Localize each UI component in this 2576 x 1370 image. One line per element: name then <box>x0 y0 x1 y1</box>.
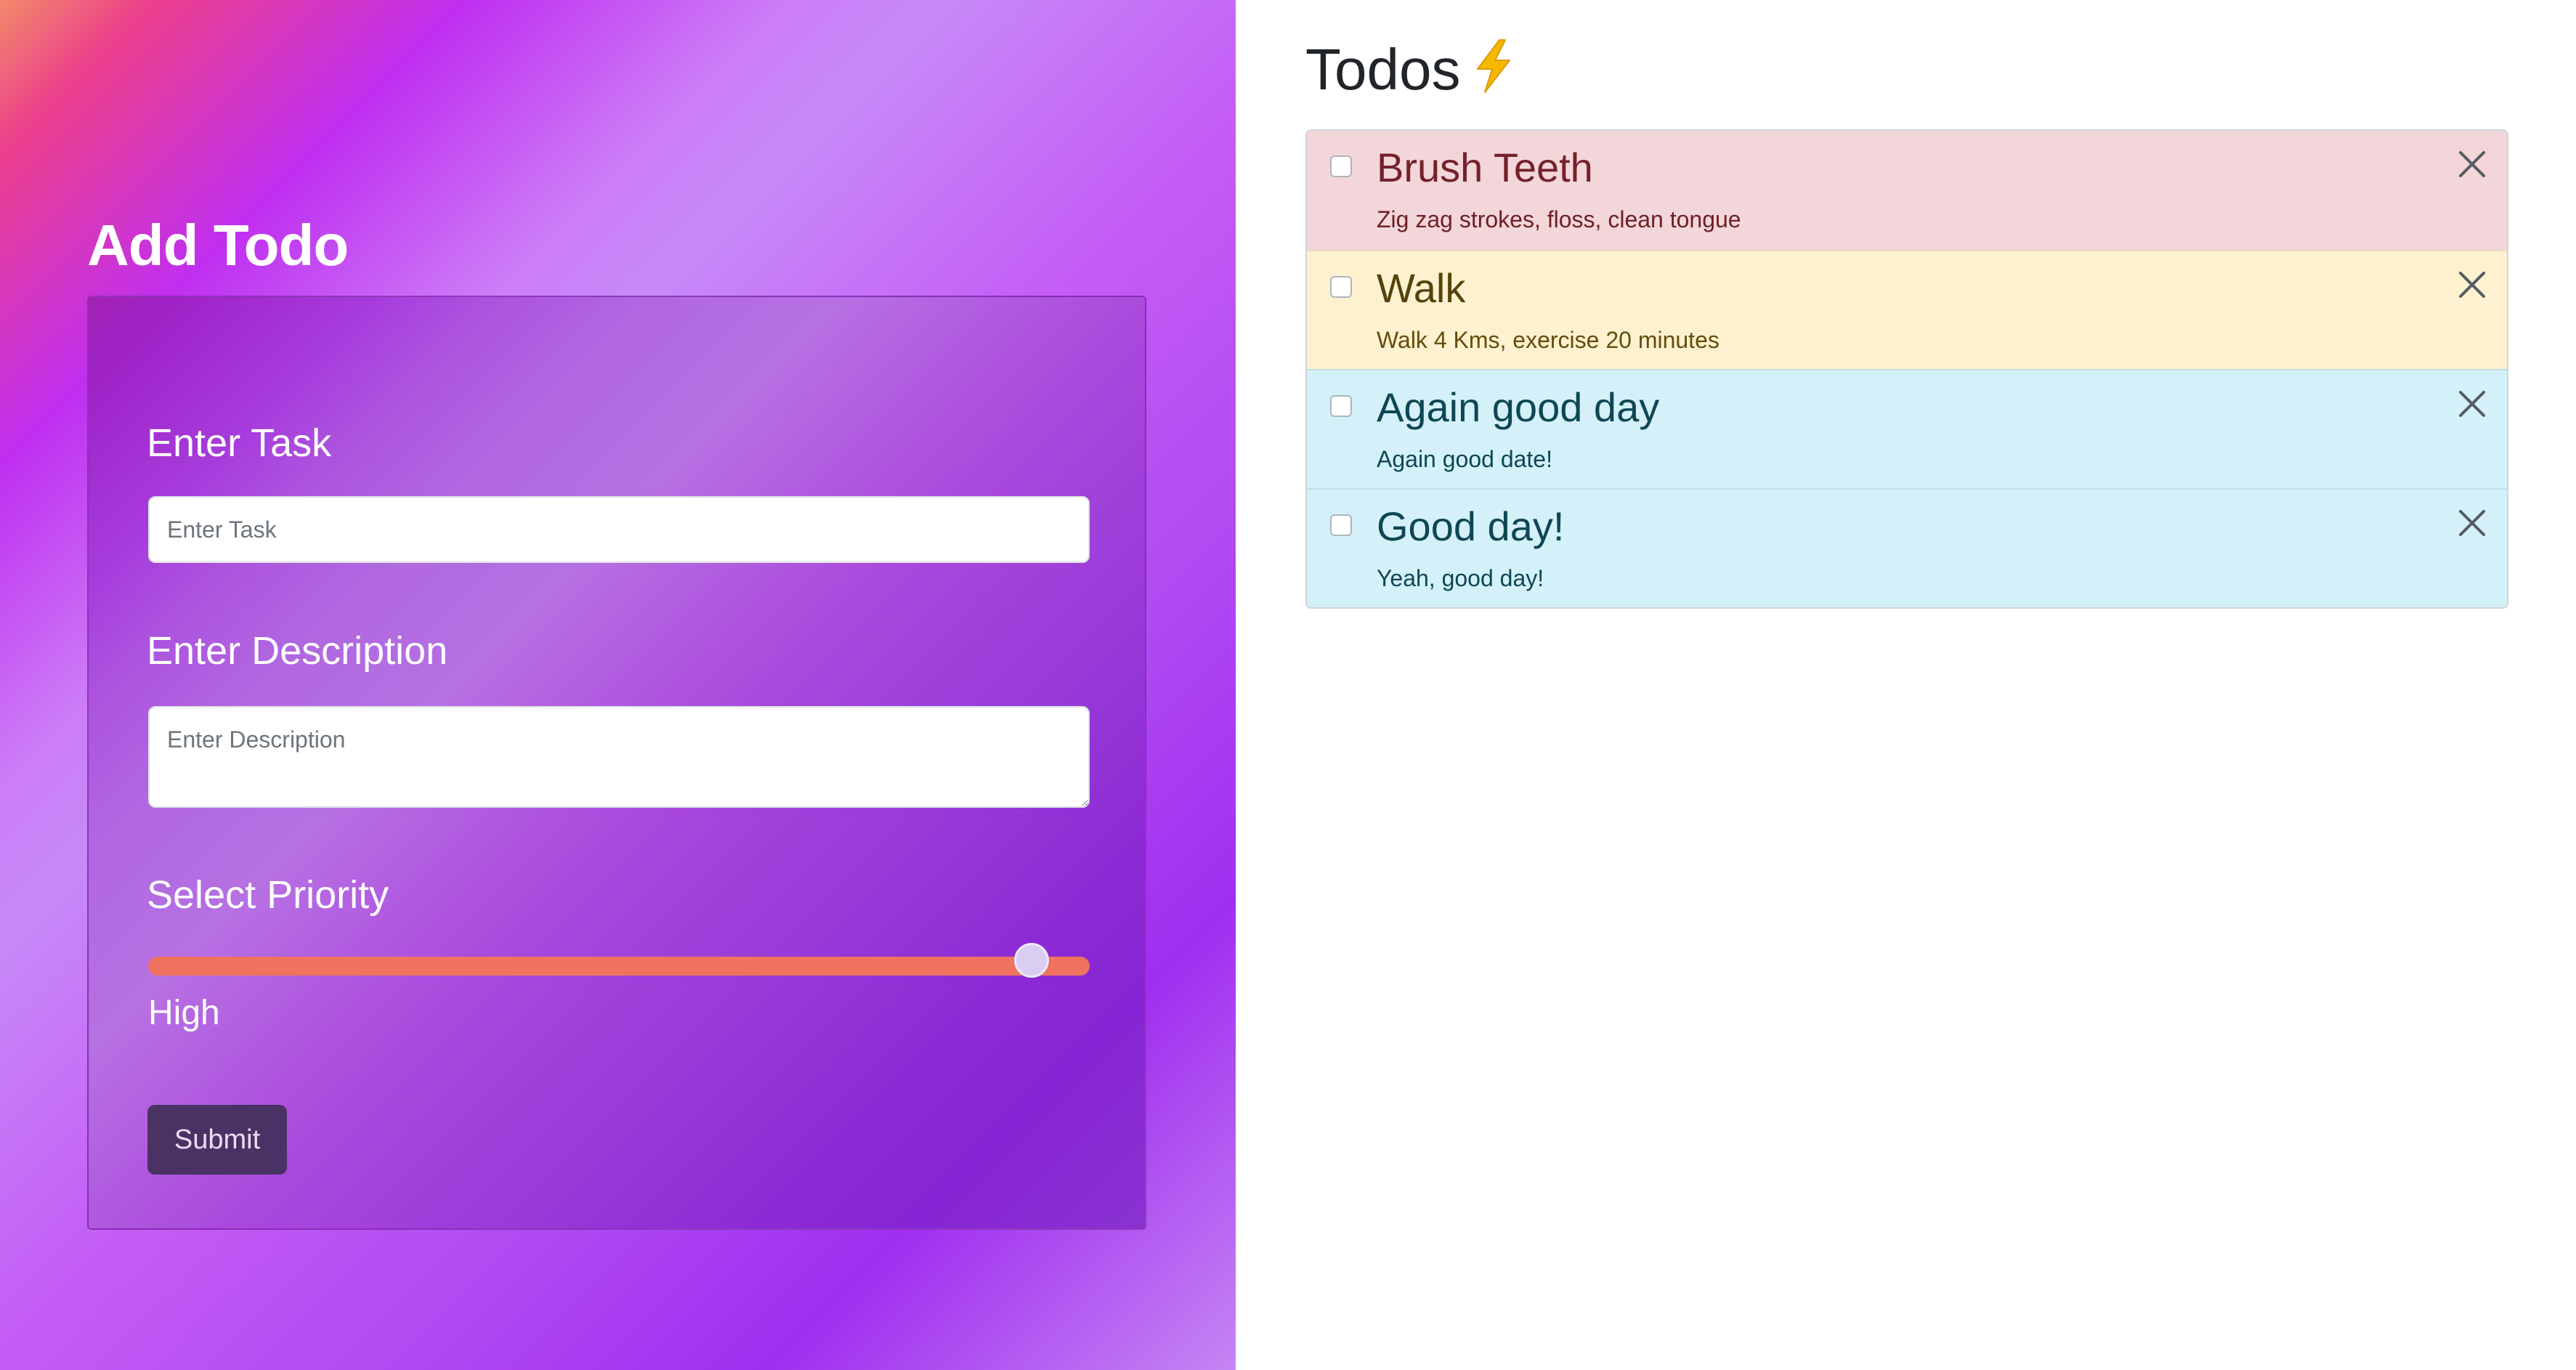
lightning-bolt-icon <box>1472 38 1515 108</box>
priority-slider-track[interactable] <box>148 957 1090 976</box>
task-label: Enter Task <box>147 421 332 465</box>
submit-button[interactable]: Submit <box>147 1105 287 1175</box>
add-todo-form: Enter Task Enter Description Select Prio… <box>87 296 1146 1230</box>
todo-title: Good day! <box>1377 503 1565 549</box>
todo-description: Yeah, good day! <box>1377 565 1544 591</box>
todo-checkbox[interactable] <box>1330 155 1352 177</box>
add-todo-panel: Add Todo Enter Task Enter Description Se… <box>0 0 1236 1370</box>
todo-item: Good day! Yeah, good day! <box>1307 488 2507 607</box>
close-icon[interactable] <box>2456 269 2488 301</box>
todo-item: Again good day Again good date! <box>1307 369 2507 488</box>
todos-panel: Todos Brush Teeth Zig zag strokes, floss… <box>1236 0 2576 1370</box>
priority-slider-thumb[interactable] <box>1014 943 1049 978</box>
app-root: Add Todo Enter Task Enter Description Se… <box>0 0 2576 1370</box>
priority-label: Select Priority <box>147 873 389 917</box>
todo-description: Again good date! <box>1377 446 1552 472</box>
todo-title: Walk <box>1377 265 1466 311</box>
todos-heading-text: Todos <box>1305 37 1461 102</box>
todo-description: Walk 4 Kms, exercise 20 minutes <box>1377 327 1720 353</box>
todo-checkbox[interactable] <box>1330 395 1352 417</box>
close-icon[interactable] <box>2456 148 2488 180</box>
description-label: Enter Description <box>147 629 448 673</box>
add-todo-heading: Add Todo <box>87 213 349 277</box>
todo-list: Brush Teeth Zig zag strokes, floss, clea… <box>1305 129 2508 609</box>
priority-value: High <box>148 994 220 1032</box>
todo-checkbox[interactable] <box>1330 276 1352 298</box>
todo-item: Brush Teeth Zig zag strokes, floss, clea… <box>1307 131 2507 250</box>
close-icon[interactable] <box>2456 388 2488 420</box>
todo-item: Walk Walk 4 Kms, exercise 20 minutes <box>1307 250 2507 369</box>
description-input[interactable] <box>148 706 1090 808</box>
todo-title: Brush Teeth <box>1377 145 1593 190</box>
todos-heading: Todos <box>1305 36 1515 108</box>
todo-title: Again good day <box>1377 384 1660 430</box>
todo-description: Zig zag strokes, floss, clean tongue <box>1377 206 1741 232</box>
close-icon[interactable] <box>2456 507 2488 539</box>
todo-checkbox[interactable] <box>1330 514 1352 536</box>
task-input[interactable] <box>148 496 1090 563</box>
